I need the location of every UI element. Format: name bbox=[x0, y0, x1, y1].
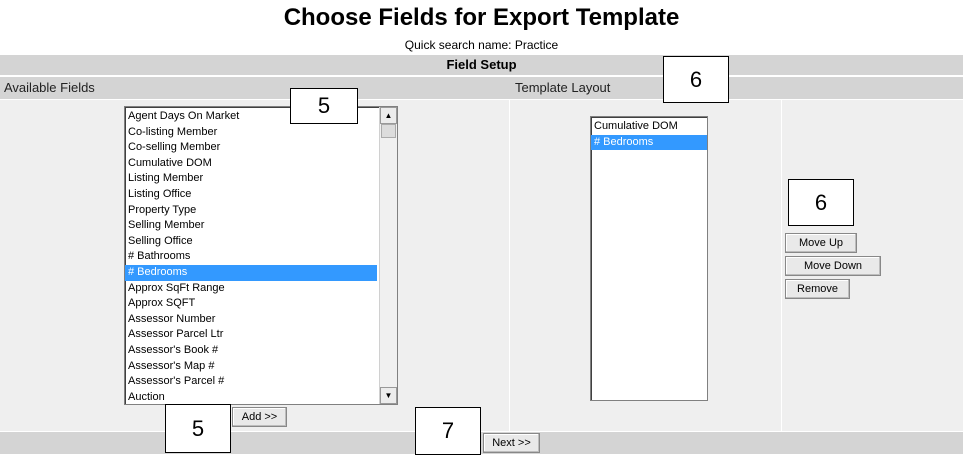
available-fields-items: Agent Days On Market Co-listing Member Co-… bbox=[125, 109, 377, 405]
available-field-option[interactable]: # Bedrooms bbox=[125, 264, 377, 281]
move-down-button[interactable]: Move Down bbox=[785, 256, 881, 276]
scroll-down-arrow-icon[interactable]: ▼ bbox=[380, 387, 397, 404]
scrollbar-thumb[interactable] bbox=[381, 124, 396, 138]
available-field-option[interactable]: Co-selling Member bbox=[125, 140, 377, 156]
available-field-option[interactable]: Auction bbox=[125, 390, 377, 406]
next-button[interactable]: Next >> bbox=[483, 433, 540, 453]
template-field-option[interactable]: # Bedrooms bbox=[591, 134, 707, 151]
available-field-option[interactable]: Assessor's Book # bbox=[125, 343, 377, 359]
callout-available-list: 5 bbox=[290, 88, 358, 124]
column-divider bbox=[781, 100, 782, 431]
field-setup-title: Field Setup bbox=[446, 57, 517, 72]
template-field-option[interactable]: Cumulative DOM bbox=[591, 119, 707, 135]
available-fields-scrollbar[interactable]: ▲ ▼ bbox=[379, 107, 397, 404]
available-fields-list[interactable]: Agent Days On Market Co-listing Member Co-… bbox=[124, 106, 398, 405]
quick-search-name: Quick search name: Practice bbox=[404, 38, 559, 52]
scroll-up-arrow-icon[interactable]: ▲ bbox=[380, 107, 397, 124]
callout-template-header: 6 bbox=[663, 56, 729, 103]
field-setup-bar: Field Setup bbox=[0, 55, 963, 75]
field-setup-panel: Agent Days On Market Co-listing Member Co-… bbox=[0, 100, 963, 431]
template-layout-items: Cumulative DOM # Bedrooms bbox=[591, 119, 707, 151]
available-field-option[interactable]: Selling Office bbox=[125, 234, 377, 250]
available-field-option[interactable]: Listing Member bbox=[125, 171, 377, 187]
available-field-option[interactable]: Property Type bbox=[125, 203, 377, 219]
column-header-bar: Available Fields Template Layout bbox=[0, 77, 963, 99]
add-button[interactable]: Add >> bbox=[232, 407, 287, 427]
available-field-option[interactable]: # Bathrooms bbox=[125, 249, 377, 265]
available-field-option[interactable]: Assessor Parcel Ltr bbox=[125, 327, 377, 343]
page-title: Choose Fields for Export Template bbox=[283, 4, 680, 31]
available-field-option[interactable]: Assessor Number bbox=[125, 312, 377, 328]
available-field-option[interactable]: Listing Office bbox=[125, 187, 377, 203]
available-field-option[interactable]: Approx SQFT bbox=[125, 296, 377, 312]
callout-add: 5 bbox=[165, 404, 231, 453]
callout-next: 7 bbox=[415, 407, 481, 455]
available-field-option[interactable]: Selling Member bbox=[125, 218, 377, 234]
available-fields-header: Available Fields bbox=[4, 80, 95, 95]
remove-button[interactable]: Remove bbox=[785, 279, 850, 299]
template-layout-list[interactable]: Cumulative DOM # Bedrooms bbox=[590, 116, 708, 401]
callout-actions: 6 bbox=[788, 179, 854, 226]
move-up-button[interactable]: Move Up bbox=[785, 233, 857, 253]
template-layout-header: Template Layout bbox=[515, 80, 611, 95]
available-field-option[interactable]: Cumulative DOM bbox=[125, 156, 377, 172]
available-field-option[interactable]: Assessor's Map # bbox=[125, 359, 377, 375]
available-field-option[interactable]: Approx SqFt Range bbox=[125, 281, 377, 297]
bottom-action-bar bbox=[0, 432, 963, 454]
available-field-option[interactable]: Co-listing Member bbox=[125, 125, 377, 141]
column-divider bbox=[509, 100, 510, 431]
available-field-option[interactable]: Assessor's Parcel # bbox=[125, 374, 377, 390]
